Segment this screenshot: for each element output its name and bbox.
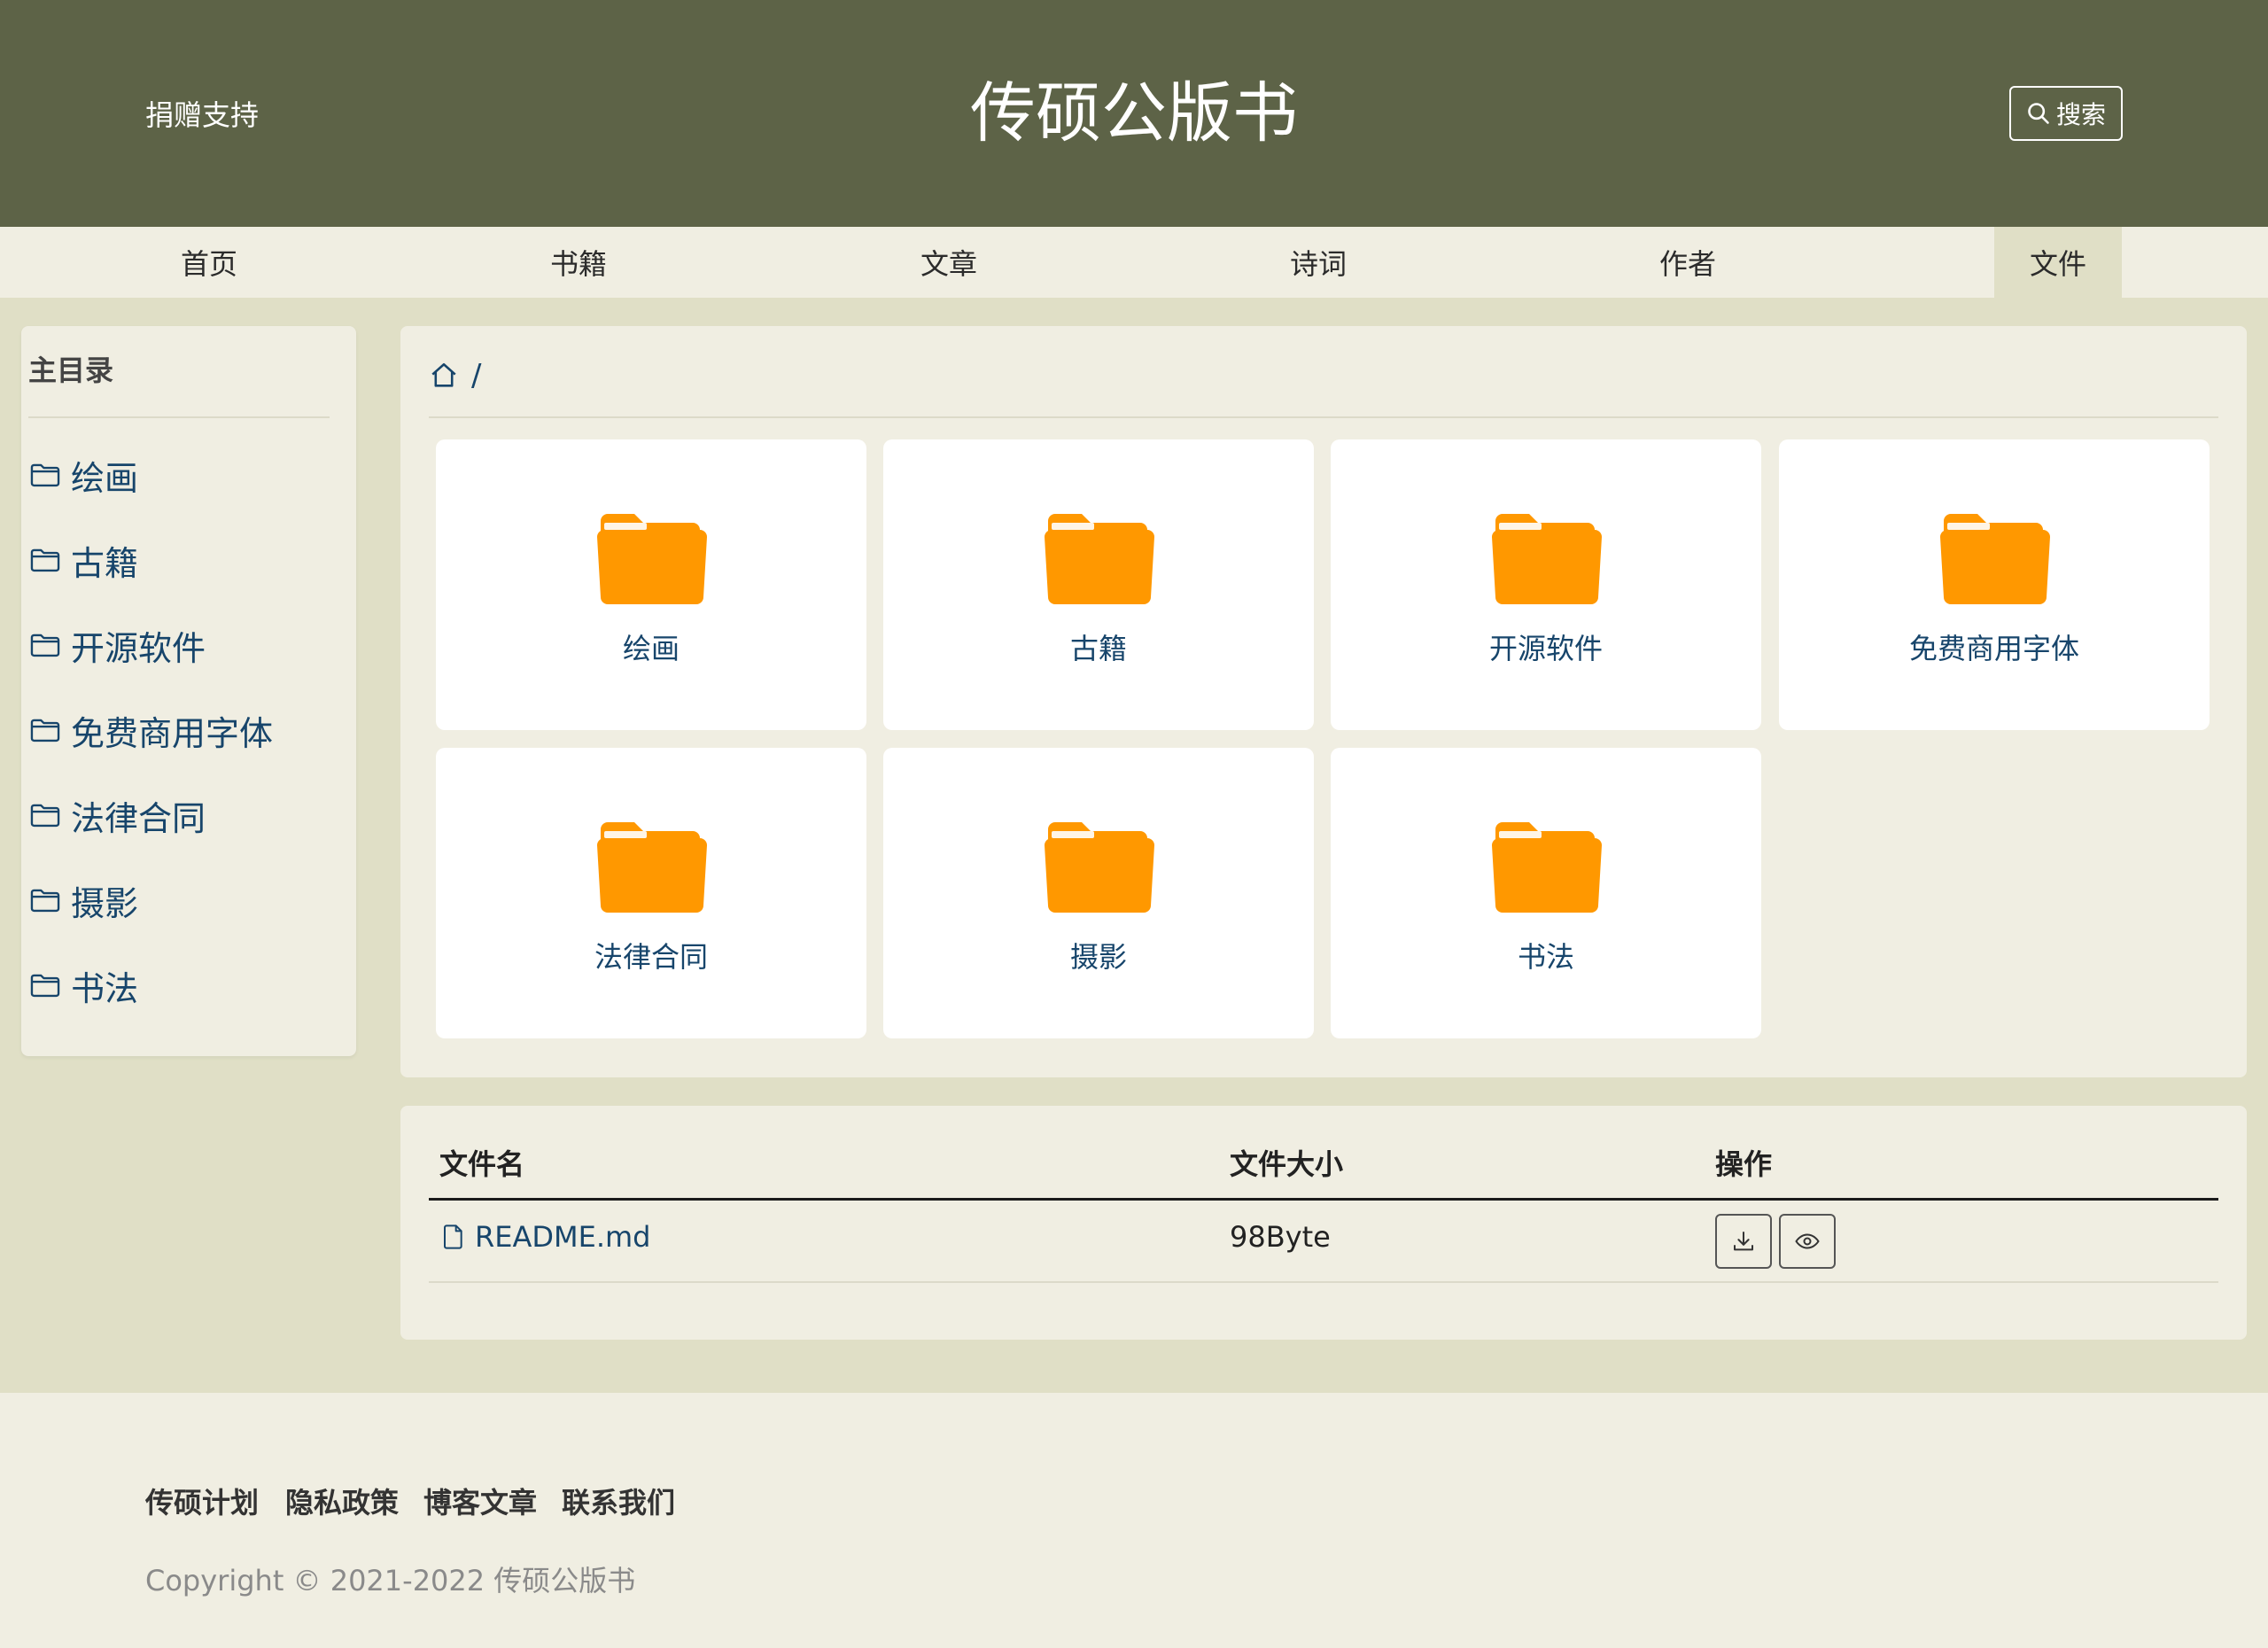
nav-item-books[interactable]: 书籍: [515, 227, 642, 298]
folder-icon: [1045, 514, 1154, 604]
footer-link-contact[interactable]: 联系我们: [562, 1483, 675, 1522]
breadcrumb: /: [429, 354, 481, 397]
nav-item-home[interactable]: 首页: [145, 227, 273, 298]
eye-icon: [1795, 1233, 1820, 1249]
column-header-actions: 操作: [1715, 1147, 1773, 1181]
breadcrumb-separator: /: [471, 358, 482, 393]
sidebar-item-label: 绘画: [71, 458, 139, 498]
column-header-name[interactable]: 文件名: [439, 1145, 524, 1184]
search-button-label: 搜索: [2055, 100, 2106, 129]
folder-card-open-source[interactable]: 开源软件: [1331, 439, 1761, 730]
nav-item-authors[interactable]: 作者: [1624, 227, 1751, 298]
folder-outline-icon: [30, 463, 60, 487]
nav-item-articles[interactable]: 文章: [885, 227, 1013, 298]
folder-label: 开源软件: [1488, 632, 1603, 665]
folder-card-free-fonts[interactable]: 免费商用字体: [1779, 439, 2210, 730]
file-link-readme[interactable]: README.md: [439, 1216, 650, 1258]
folder-icon: [1940, 514, 2050, 604]
search-button[interactable]: 搜索: [2009, 86, 2123, 141]
folder-card-painting[interactable]: 绘画: [436, 439, 866, 730]
folder-outline-icon: [30, 634, 60, 657]
folder-icon: [1492, 514, 1602, 604]
footer-link-project[interactable]: 传硕计划: [145, 1483, 259, 1522]
folder-icon: [597, 514, 707, 604]
sidebar-item-label: 摄影: [71, 883, 139, 923]
sidebar-item-label: 书法: [71, 968, 139, 1008]
site-header: 捐赠支持 传硕公版书 搜索: [0, 0, 2268, 227]
breadcrumb-divider: [429, 416, 2218, 418]
folder-label: 绘画: [622, 632, 680, 665]
folder-card-calligraphy[interactable]: 书法: [1331, 748, 1761, 1038]
folder-outline-icon: [30, 719, 60, 742]
sidebar-item-legal[interactable]: 法律合同: [28, 790, 206, 840]
file-size-value: 98Byte: [1230, 1220, 1331, 1254]
folder-card-ancient-books[interactable]: 古籍: [883, 439, 1314, 730]
nav-item-poems[interactable]: 诗词: [1254, 227, 1382, 298]
nav-item-files[interactable]: 文件: [1994, 227, 2122, 298]
download-icon: [1734, 1232, 1753, 1251]
sidebar-item-label: 开源软件: [71, 628, 206, 668]
folder-label: 书法: [1517, 940, 1574, 974]
file-icon: [444, 1224, 462, 1249]
main-nav: 首页 书籍 文章 诗词 作者 文件: [0, 227, 2268, 298]
sidebar-item-ancient-books[interactable]: 古籍: [28, 535, 138, 585]
footer-link-blog[interactable]: 博客文章: [423, 1483, 537, 1522]
sidebar-item-photography[interactable]: 摄影: [28, 875, 138, 925]
folder-label: 摄影: [1069, 940, 1127, 974]
file-name-label: README.md: [475, 1220, 651, 1254]
sidebar: [21, 326, 356, 1056]
search-icon: [2028, 103, 2049, 124]
folder-card-photography[interactable]: 摄影: [883, 748, 1314, 1038]
sidebar-item-label: 法律合同: [71, 798, 206, 838]
download-button[interactable]: [1715, 1214, 1772, 1269]
sidebar-item-label: 古籍: [71, 543, 139, 583]
sidebar-item-label: 免费商用字体: [71, 713, 274, 753]
table-header-divider: [429, 1198, 2218, 1201]
folder-icon: [1045, 822, 1154, 913]
folder-icon: [1492, 822, 1602, 913]
table-row-divider: [429, 1281, 2218, 1283]
folder-icon: [597, 822, 707, 913]
sidebar-item-open-source[interactable]: 开源软件: [28, 620, 206, 670]
folder-card-legal[interactable]: 法律合同: [436, 748, 866, 1038]
sidebar-item-painting[interactable]: 绘画: [28, 450, 138, 500]
folder-outline-icon: [30, 974, 60, 998]
column-header-size[interactable]: 文件大小: [1230, 1145, 1343, 1184]
folder-outline-icon: [30, 804, 60, 828]
site-title[interactable]: 传硕公版书: [0, 69, 2268, 158]
sidebar-title: 主目录: [28, 354, 114, 387]
folder-label: 免费商用字体: [1908, 632, 2079, 665]
folder-label: 古籍: [1069, 632, 1127, 665]
folder-label: 法律合同: [594, 940, 708, 974]
home-icon[interactable]: [429, 361, 459, 391]
footer-link-privacy[interactable]: 隐私政策: [285, 1483, 399, 1522]
folder-outline-icon: [30, 889, 60, 913]
copyright: Copyright © 2021-2022 传硕公版书: [145, 1564, 636, 1597]
sidebar-item-free-fonts[interactable]: 免费商用字体: [28, 705, 273, 755]
folder-outline-icon: [30, 548, 60, 572]
preview-button[interactable]: [1779, 1214, 1836, 1269]
sidebar-item-calligraphy[interactable]: 书法: [28, 960, 138, 1010]
sidebar-divider: [28, 416, 330, 418]
